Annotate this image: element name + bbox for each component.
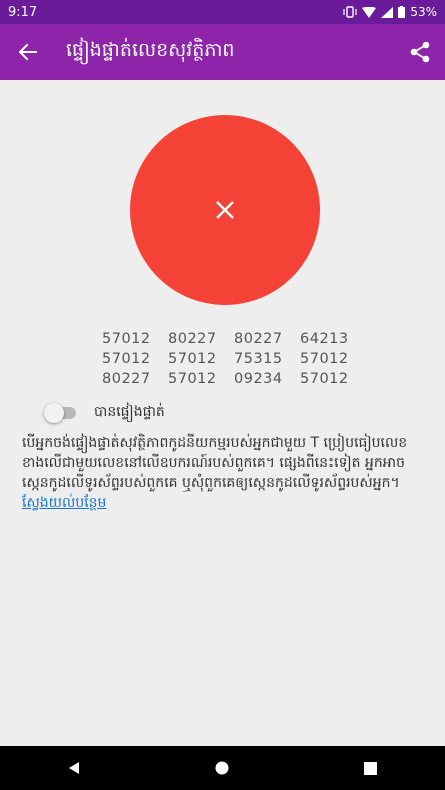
safety-number-chunk: 64213: [300, 331, 349, 347]
qr-verification-circle[interactable]: [130, 115, 320, 305]
battery-icon: [398, 6, 406, 18]
back-button[interactable]: [0, 24, 56, 80]
verified-label: បានផ្ទៀងផ្ទាត់: [94, 404, 165, 420]
nav-recents-button[interactable]: [341, 746, 401, 790]
verified-switch[interactable]: [44, 402, 78, 423]
verification-description: បើអ្នកចង់ផ្ទៀងផ្ទាត់សុវត្ថិភាពកូដនីយកម្ម…: [22, 433, 427, 513]
share-icon: [410, 41, 430, 63]
navigation-bar: [0, 746, 445, 790]
safety-number-chunk: 57012: [168, 371, 217, 387]
app-bar: ផ្ទៀងផ្ទាត់លេខសុវត្ថិភាព: [0, 24, 445, 80]
nav-home-button[interactable]: [192, 746, 252, 790]
triangle-back-icon: [69, 762, 80, 774]
safety-number-chunk: 57012: [300, 371, 349, 387]
page-title: ផ្ទៀងផ្ទាត់លេខសុវត្ថិភាព: [66, 39, 235, 61]
vibrate-icon: [343, 6, 357, 18]
safety-number-row: 57012 80227 80227 64213: [102, 329, 362, 349]
signal-icon: [381, 6, 394, 18]
arrow-back-icon: [19, 43, 37, 61]
status-icons: 53%: [343, 5, 437, 19]
square-recents-icon: [364, 761, 378, 775]
description-text: បើអ្នកចង់ផ្ទៀងផ្ទាត់សុវត្ថិភាពកូដនីយកម្ម…: [22, 435, 408, 491]
nav-back-button[interactable]: [44, 746, 104, 790]
safety-number-chunk: 80227: [102, 371, 151, 387]
safety-number-chunk: 57012: [102, 331, 151, 347]
close-icon: [216, 201, 234, 219]
status-bar: 9:17 53%: [0, 0, 445, 24]
wifi-icon: [362, 6, 377, 18]
safety-number-chunk: 57012: [300, 351, 349, 367]
safety-number-row: 57012 57012 75315 57012: [102, 349, 362, 369]
learn-more-link[interactable]: ស្វែងយល់បន្ថែម: [22, 495, 106, 511]
verified-toggle-row: បានផ្ទៀងផ្ទាត់: [44, 402, 165, 423]
safety-number-chunk: 57012: [168, 351, 217, 367]
safety-number-chunk: 75315: [234, 351, 283, 367]
circle-home-icon: [215, 761, 229, 775]
safety-number-chunk: 09234: [234, 371, 283, 387]
status-time: 9:17: [8, 4, 38, 20]
switch-thumb: [44, 402, 64, 423]
safety-number-chunk: 57012: [102, 351, 151, 367]
safety-number-row: 80227 57012 09234 57012: [102, 369, 362, 389]
battery-percent: 53%: [410, 5, 437, 19]
share-button[interactable]: [395, 24, 445, 80]
safety-number-chunk: 80227: [234, 331, 283, 347]
safety-number-chunk: 80227: [168, 331, 217, 347]
safety-number: 57012 80227 80227 64213 57012 57012 7531…: [102, 329, 362, 389]
